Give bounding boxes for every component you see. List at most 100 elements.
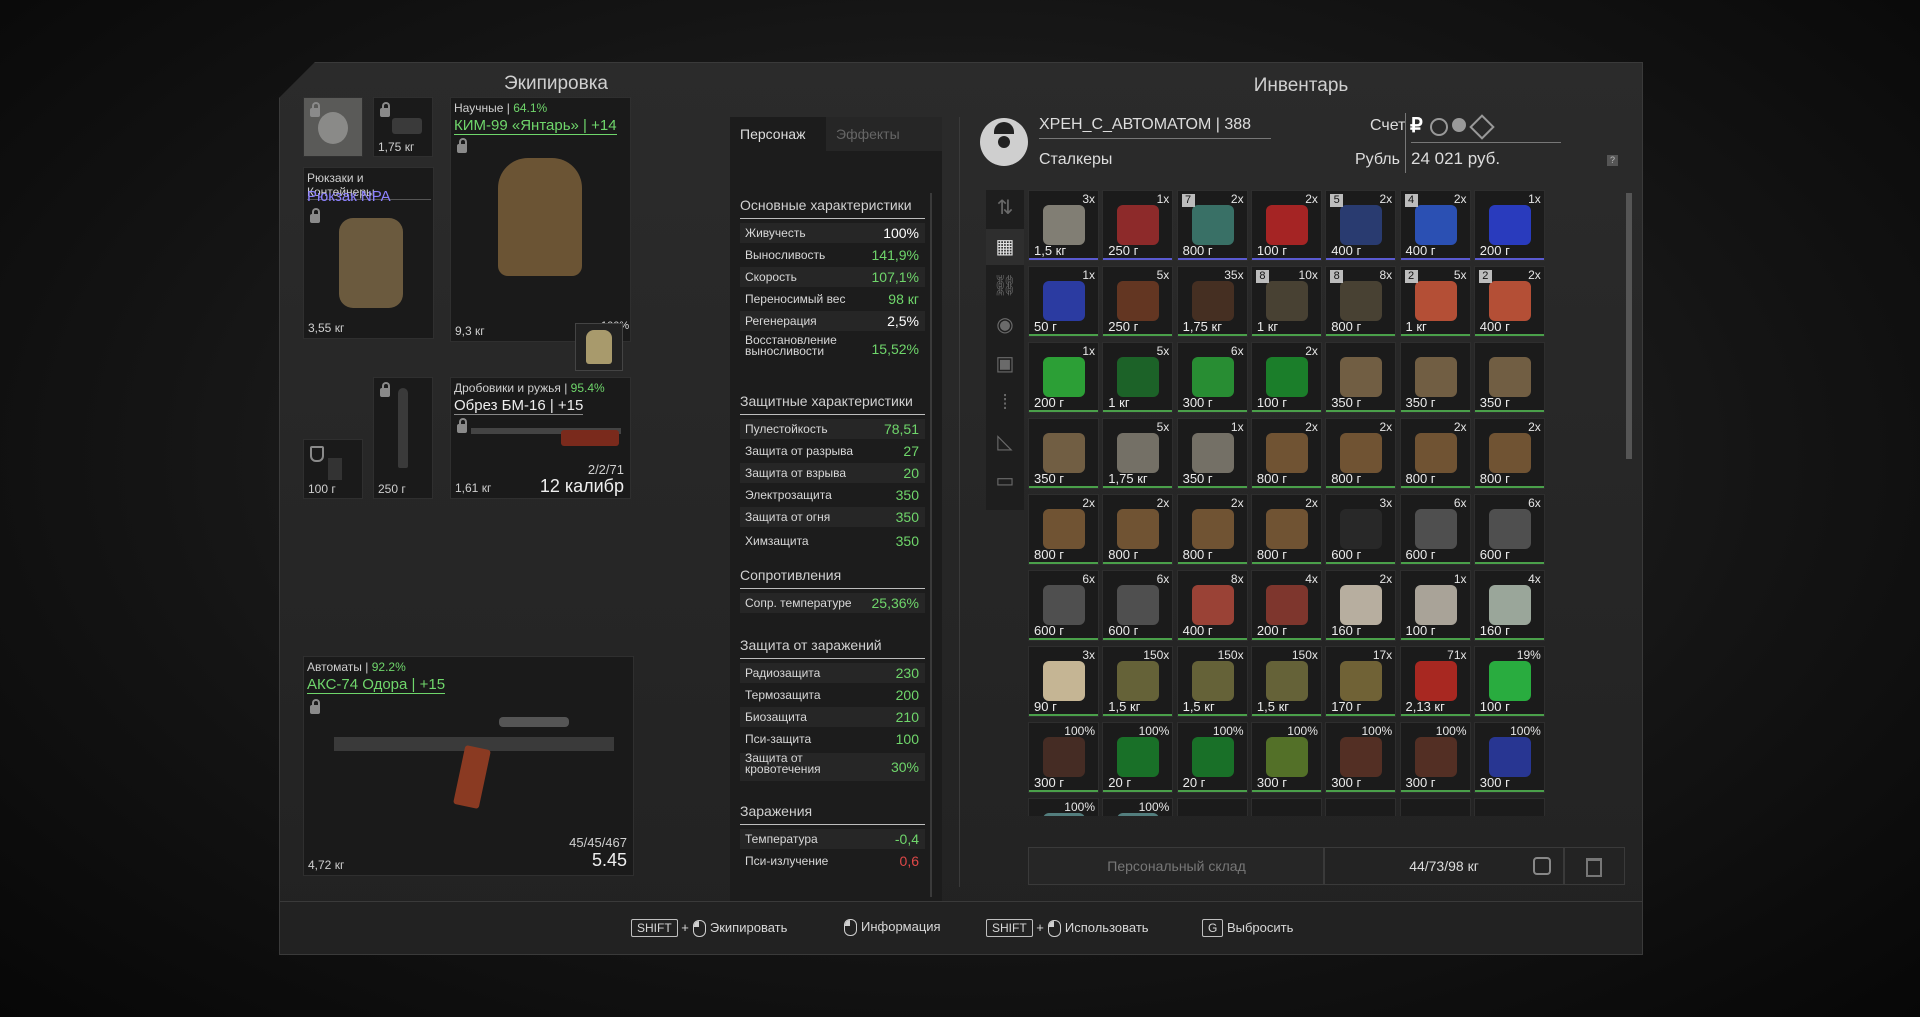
inventory-item[interactable]: 19% 100 г	[1473, 646, 1545, 717]
item-count: 2x	[1082, 496, 1095, 510]
backpack-slot[interactable]: Рюкзаки и Контейнеры Рюкзак NPA 3,55 кг	[303, 167, 434, 339]
coin-icon[interactable]	[1452, 118, 1466, 132]
inventory-item[interactable]: 2 5x 1 кг	[1399, 266, 1471, 337]
item-icon	[1043, 661, 1085, 701]
item-icon	[1117, 509, 1160, 549]
inventory-item[interactable]: 150x 1,5 кг	[1176, 646, 1248, 717]
inventory-item[interactable]: 100% 20 г	[1102, 722, 1174, 793]
gear-currency-icon[interactable]	[1430, 118, 1448, 136]
help-icon[interactable]: ?	[1607, 155, 1618, 166]
inventory-item[interactable]: 6x 600 г	[1102, 570, 1174, 641]
stats-scrollbar[interactable]	[930, 193, 932, 897]
inventory-item[interactable]: 2x 800 г	[1325, 418, 1397, 489]
inventory-item[interactable]: 350 г	[1399, 342, 1471, 413]
inventory-item[interactable]: 3x 600 г	[1325, 494, 1397, 565]
inventory-item[interactable]: 8 8x 800 г	[1325, 266, 1397, 337]
personal-storage-button[interactable]: Персональный склад	[1028, 847, 1325, 885]
inventory-item[interactable]: 2x 800 г	[1250, 418, 1322, 489]
inventory-item[interactable]: 100%300 г	[1473, 722, 1545, 793]
inventory-item[interactable]: 2 2x 400 г	[1473, 266, 1545, 337]
item-icon	[1488, 357, 1531, 397]
archive-filter-icon[interactable]: ▭	[986, 463, 1024, 499]
rifle-slot[interactable]: Автоматы | 92.2% АКС-74 Одора | +15 45/4…	[303, 656, 634, 876]
item-weight: 400 г	[1331, 243, 1362, 258]
ammo-filter-icon[interactable]: ⁞	[986, 385, 1024, 421]
artifact-slot[interactable]: 100 г	[303, 439, 363, 499]
inventory-item[interactable]: 2x 800 г	[1250, 494, 1322, 565]
sort-icon[interactable]: ⇅	[986, 190, 1024, 226]
medkit-filter-icon[interactable]: ▣	[986, 346, 1024, 382]
inventory-item[interactable]: 2x 100 г	[1250, 190, 1322, 261]
inventory-item[interactable]: 2x 100 г	[1250, 342, 1322, 413]
inventory-item[interactable]: 1x 250 г	[1102, 190, 1174, 261]
inventory-item[interactable]: 100%300 г	[1399, 722, 1471, 793]
inventory-item[interactable]: 100%300 г	[1028, 798, 1099, 816]
inventory-empty-cell	[1176, 798, 1248, 816]
inventory-item[interactable]: 2x 800 г	[1473, 418, 1545, 489]
inventory-item[interactable]: 2x 800 г	[1028, 494, 1099, 565]
inventory-item[interactable]: 2x 800 г	[1102, 494, 1174, 565]
inventory-item[interactable]: 1x 200 г	[1028, 342, 1099, 413]
inventory-item[interactable]: 3x 1,5 кг	[1028, 190, 1099, 261]
inventory-item[interactable]: 35x 1,75 кг	[1176, 266, 1248, 337]
inventory-weight: 44/73/98 кг	[1323, 847, 1565, 885]
stat-row: Защита от огня 350	[740, 507, 925, 527]
inventory-item[interactable]: 1x 50 г	[1028, 266, 1099, 337]
inventory-item[interactable]: 5x 250 г	[1102, 266, 1174, 337]
inventory-item[interactable]: 4x 160 г	[1473, 570, 1545, 641]
inventory-item[interactable]: 150x 1,5 кг	[1250, 646, 1322, 717]
inventory-item[interactable]: 8 10x 1 кг	[1250, 266, 1322, 337]
trash-button[interactable]	[1563, 847, 1625, 885]
inventory-item[interactable]: 1x 100 г	[1399, 570, 1471, 641]
inventory-item[interactable]: 5x 1 кг	[1102, 342, 1174, 413]
inventory-item[interactable]: 2x 800 г	[1399, 418, 1471, 489]
inventory-item[interactable]: 100%300 г	[1102, 798, 1174, 816]
item-weight: 170 г	[1331, 699, 1362, 714]
inventory-item[interactable]: 4x 200 г	[1250, 570, 1322, 641]
shotgun-slot[interactable]: Дробовики и ружья | 95.4% Обрез БМ-16 | …	[450, 377, 631, 499]
inventory-item[interactable]: 350 г	[1473, 342, 1545, 413]
grid-filter-icon[interactable]: ▦	[986, 229, 1024, 265]
inventory-item[interactable]: 4 2x 400 г	[1399, 190, 1471, 261]
inventory-item[interactable]: 1x 350 г	[1176, 418, 1248, 489]
artifact-filter-icon[interactable]: ◉	[986, 307, 1024, 343]
inventory-item[interactable]: 5 2x 400 г	[1325, 190, 1397, 261]
inventory-item[interactable]: 71x 2,13 кг	[1399, 646, 1471, 717]
tab-character[interactable]: Персонаж	[730, 117, 836, 151]
device-slot[interactable]: 1,75 кг	[373, 97, 433, 157]
container-slot[interactable]	[575, 323, 623, 371]
inventory-item[interactable]: 350 г	[1028, 418, 1099, 489]
item-icon	[1117, 281, 1160, 321]
inventory-item[interactable]: 350 г	[1325, 342, 1397, 413]
inventory-item[interactable]: 6x 300 г	[1176, 342, 1248, 413]
inventory-item[interactable]: 17x 170 г	[1325, 646, 1397, 717]
inventory-item[interactable]: 1x 200 г	[1473, 190, 1545, 261]
inventory-item[interactable]: 6x 600 г	[1399, 494, 1471, 565]
inventory-item[interactable]: 100%300 г	[1325, 722, 1397, 793]
token-icon[interactable]	[1469, 114, 1495, 140]
inventory-item[interactable]: 7 2x 800 г	[1176, 190, 1248, 261]
link-filter-icon[interactable]: ⛓	[986, 268, 1024, 304]
inventory-item[interactable]: 100% 20 г	[1176, 722, 1248, 793]
item-count: 150x	[1217, 648, 1244, 662]
inventory-item[interactable]: 100%300 г	[1250, 722, 1322, 793]
ruble-icon[interactable]: ₽	[1410, 113, 1423, 138]
inventory-item[interactable]: 100%300 г	[1028, 722, 1099, 793]
inventory-item[interactable]: 2x 800 г	[1176, 494, 1248, 565]
tools-filter-icon[interactable]: ◺	[986, 424, 1024, 460]
mask-slot[interactable]	[303, 97, 363, 157]
item-icon	[1488, 205, 1531, 245]
inventory-item[interactable]: 3x 90 г	[1028, 646, 1099, 717]
inventory-scrollbar[interactable]	[1626, 193, 1632, 459]
inventory-item[interactable]: 6x 600 г	[1028, 570, 1099, 641]
inventory-item[interactable]: 150x 1,5 кг	[1102, 646, 1174, 717]
inventory-item[interactable]: 2x 160 г	[1325, 570, 1397, 641]
inventory-item[interactable]: 8x 400 г	[1176, 570, 1248, 641]
item-icon	[1117, 585, 1160, 625]
inventory-item[interactable]: 6x 600 г	[1473, 494, 1545, 565]
tab-effects[interactable]: Эффекты	[826, 117, 942, 151]
knife-slot[interactable]: 250 г	[373, 377, 433, 499]
item-count: 1x	[1082, 344, 1095, 358]
armor-slot[interactable]: Научные | 64.1% КИМ-99 «Янтарь» | +14 10…	[450, 97, 631, 371]
inventory-item[interactable]: 5x 1,75 кг	[1102, 418, 1174, 489]
